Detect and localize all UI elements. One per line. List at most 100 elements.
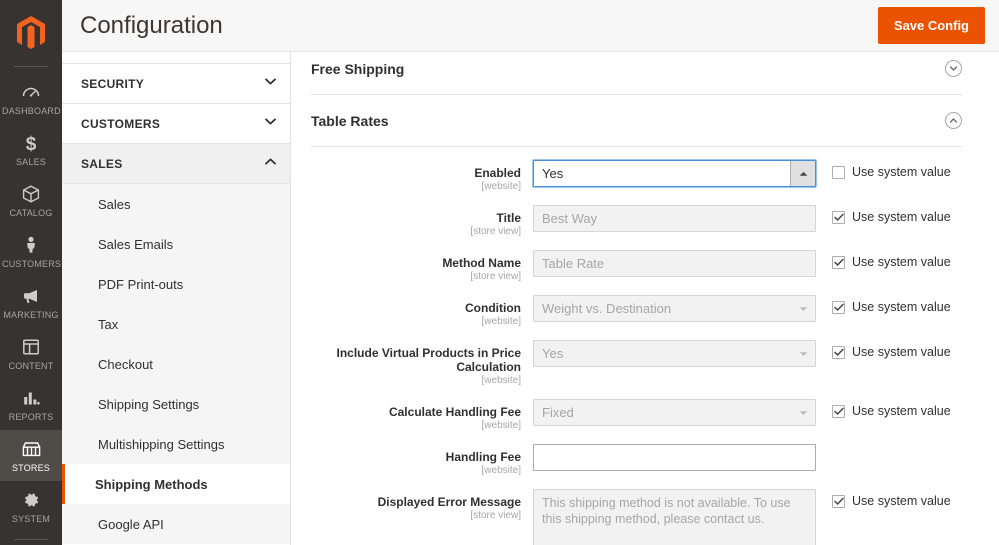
chevron-down-icon[interactable]	[265, 78, 276, 89]
textarea-displayed-error-message[interactable]	[533, 489, 816, 545]
sidebar-item-pdf-print-outs[interactable]: PDF Print-outs	[62, 264, 290, 304]
use-system-value-label: Use system value	[852, 345, 951, 359]
rail-item-reports[interactable]: REPORTS	[0, 379, 62, 430]
dashboard-gauge-icon	[2, 82, 60, 103]
chevron-down-icon[interactable]	[265, 118, 276, 129]
field-control-enabled: Yes	[533, 160, 816, 187]
sidebar-item-google-api[interactable]: Google API	[62, 504, 290, 544]
field-label-calculate-handling-fee: Calculate Handling Fee [website]	[311, 399, 533, 432]
field-scope-text: [store view]	[470, 226, 521, 237]
use-system-value-checkbox-title[interactable]	[832, 211, 845, 224]
rail-item-dashboard[interactable]: DASHBOARD	[0, 73, 62, 124]
use-system-value-checkbox-calculate-handling-fee[interactable]	[832, 405, 845, 418]
field-control-include-virtual-products-in-price-calculation: Yes	[533, 340, 816, 367]
field-scope-text: [website]	[481, 420, 521, 431]
sidebar-item-sales[interactable]: Sales	[62, 184, 290, 224]
magento-logo[interactable]	[0, 0, 62, 66]
select-value-calculate-handling-fee: Fixed	[533, 399, 816, 426]
config-nav-section-label: SALES	[81, 156, 123, 171]
input-title[interactable]	[533, 205, 816, 232]
config-nav-section-catalog[interactable]: CATALOG	[62, 52, 290, 64]
config-nav-section-security[interactable]: SECURITY	[62, 64, 290, 104]
page-title: Configuration	[80, 11, 223, 39]
field-label-title: Title [store view]	[311, 205, 533, 238]
field-scope-text: [website]	[481, 181, 521, 192]
field-label-enabled: Enabled [website]	[311, 160, 533, 193]
field-label-text: Handling Fee	[445, 450, 521, 464]
select-value-include-virtual-products-in-price-calculation: Yes	[533, 340, 816, 367]
use-system-value-label: Use system value	[852, 494, 951, 508]
use-system-value-checkbox-displayed-error-message[interactable]	[832, 495, 845, 508]
field-control-title	[533, 205, 816, 232]
use-system-value-wrap-title: Use system value	[816, 205, 986, 225]
form-row-title: Title[store view] Use system value	[311, 205, 962, 238]
use-system-value-label: Use system value	[852, 210, 951, 224]
select-value-enabled: Yes	[533, 160, 816, 187]
bar-chart-icon	[2, 388, 60, 409]
use-system-value-checkbox-enabled[interactable]	[832, 166, 845, 179]
rail-divider	[14, 539, 48, 540]
field-label-text: Calculate Handling Fee	[388, 405, 521, 419]
input-method-name[interactable]	[533, 250, 816, 277]
field-scope-text: [store view]	[470, 510, 521, 521]
field-label-handling-fee: Handling Fee [website]	[311, 444, 533, 477]
form-row-handling-fee: Handling Fee [website]	[311, 444, 962, 477]
rail-item-label: SALES	[15, 157, 47, 167]
rail-item-content[interactable]: CONTENT	[0, 328, 62, 379]
section-header-table-rates[interactable]: Table Rates	[311, 95, 962, 147]
rail-item-sales[interactable]: $ SALES	[0, 124, 62, 175]
select-calculate-handling-fee[interactable]: Fixed	[533, 399, 816, 426]
dollar-sign-icon: $	[2, 133, 60, 154]
megaphone-icon	[2, 286, 60, 307]
form-row-displayed-error-message: Displayed Error Message[store view] Use s…	[311, 489, 962, 545]
select-include-virtual-products-in-price-calculation[interactable]: Yes	[533, 340, 816, 367]
save-config-button[interactable]: Save Config	[877, 7, 985, 44]
select-enabled[interactable]: Yes	[533, 160, 816, 187]
rail-item-label: CONTENT	[8, 361, 54, 371]
field-control-condition: Weight vs. Destination	[533, 295, 816, 322]
sidebar-item-shipping-methods[interactable]: Shipping Methods	[62, 464, 290, 504]
field-scope-text: [website]	[481, 375, 521, 386]
use-system-value-checkbox-condition[interactable]	[832, 301, 845, 314]
rail-item-stores[interactable]: STORES	[0, 430, 62, 481]
section-header-free-shipping[interactable]: Free Shipping	[311, 52, 962, 95]
rail-item-label: MARKETING	[3, 310, 59, 320]
storefront-icon	[2, 439, 60, 460]
section-title-table-rates: Table Rates	[311, 112, 389, 129]
config-nav-section-sales[interactable]: SALES	[62, 144, 290, 184]
box-icon	[2, 184, 60, 205]
sidebar-item-checkout[interactable]: Checkout	[62, 344, 290, 384]
field-scope-text: [website]	[481, 465, 521, 476]
field-control-method-name	[533, 250, 816, 277]
field-label-method-name: Method Name [store view]	[311, 250, 533, 283]
use-system-value-label: Use system value	[852, 300, 951, 314]
rail-item-label: SYSTEM	[11, 514, 51, 524]
sidebar-item-shipping-settings[interactable]: Shipping Settings	[62, 384, 290, 424]
sidebar-item-sales-emails[interactable]: Sales Emails	[62, 224, 290, 264]
use-system-value-checkbox-include-virtual-products-in-price-calculation[interactable]	[832, 346, 845, 359]
sidebar-item-tax[interactable]: Tax	[62, 304, 290, 344]
circle-chevron-down-icon[interactable]	[945, 60, 962, 77]
use-system-value-wrap-handling-fee	[816, 444, 986, 449]
rail-item-catalog[interactable]: CATALOG	[0, 175, 62, 226]
field-scope-text: [website]	[481, 316, 521, 327]
svg-text:$: $	[26, 134, 37, 153]
rail-item-label: DASHBOARD	[2, 106, 61, 116]
field-label-text: Title	[496, 211, 521, 225]
rail-item-system[interactable]: SYSTEM	[0, 481, 62, 532]
circle-chevron-up-icon[interactable]	[945, 112, 962, 129]
use-system-value-wrap-include-virtual-products-in-price-calculation: Use system value	[816, 340, 986, 360]
form-row-enabled: Enabled [website] Yes Use system value	[311, 160, 962, 193]
field-label-text: Condition	[465, 301, 521, 315]
config-nav-section-label: CUSTOMERS	[81, 116, 161, 131]
rail-item-customers[interactable]: CUSTOMERS	[0, 226, 62, 277]
use-system-value-label: Use system value	[852, 165, 951, 179]
rail-item-marketing[interactable]: MARKETING	[0, 277, 62, 328]
select-condition[interactable]: Weight vs. Destination	[533, 295, 816, 322]
use-system-value-checkbox-method-name[interactable]	[832, 256, 845, 269]
table-rates-fieldset: Enabled [website] Yes Use system value Title…	[311, 147, 962, 545]
chevron-up-icon[interactable]	[265, 158, 276, 169]
sidebar-item-multishipping-settings[interactable]: Multishipping Settings	[62, 424, 290, 464]
input-handling-fee[interactable]	[533, 444, 816, 471]
config-nav-section-customers[interactable]: CUSTOMERS	[62, 104, 290, 144]
